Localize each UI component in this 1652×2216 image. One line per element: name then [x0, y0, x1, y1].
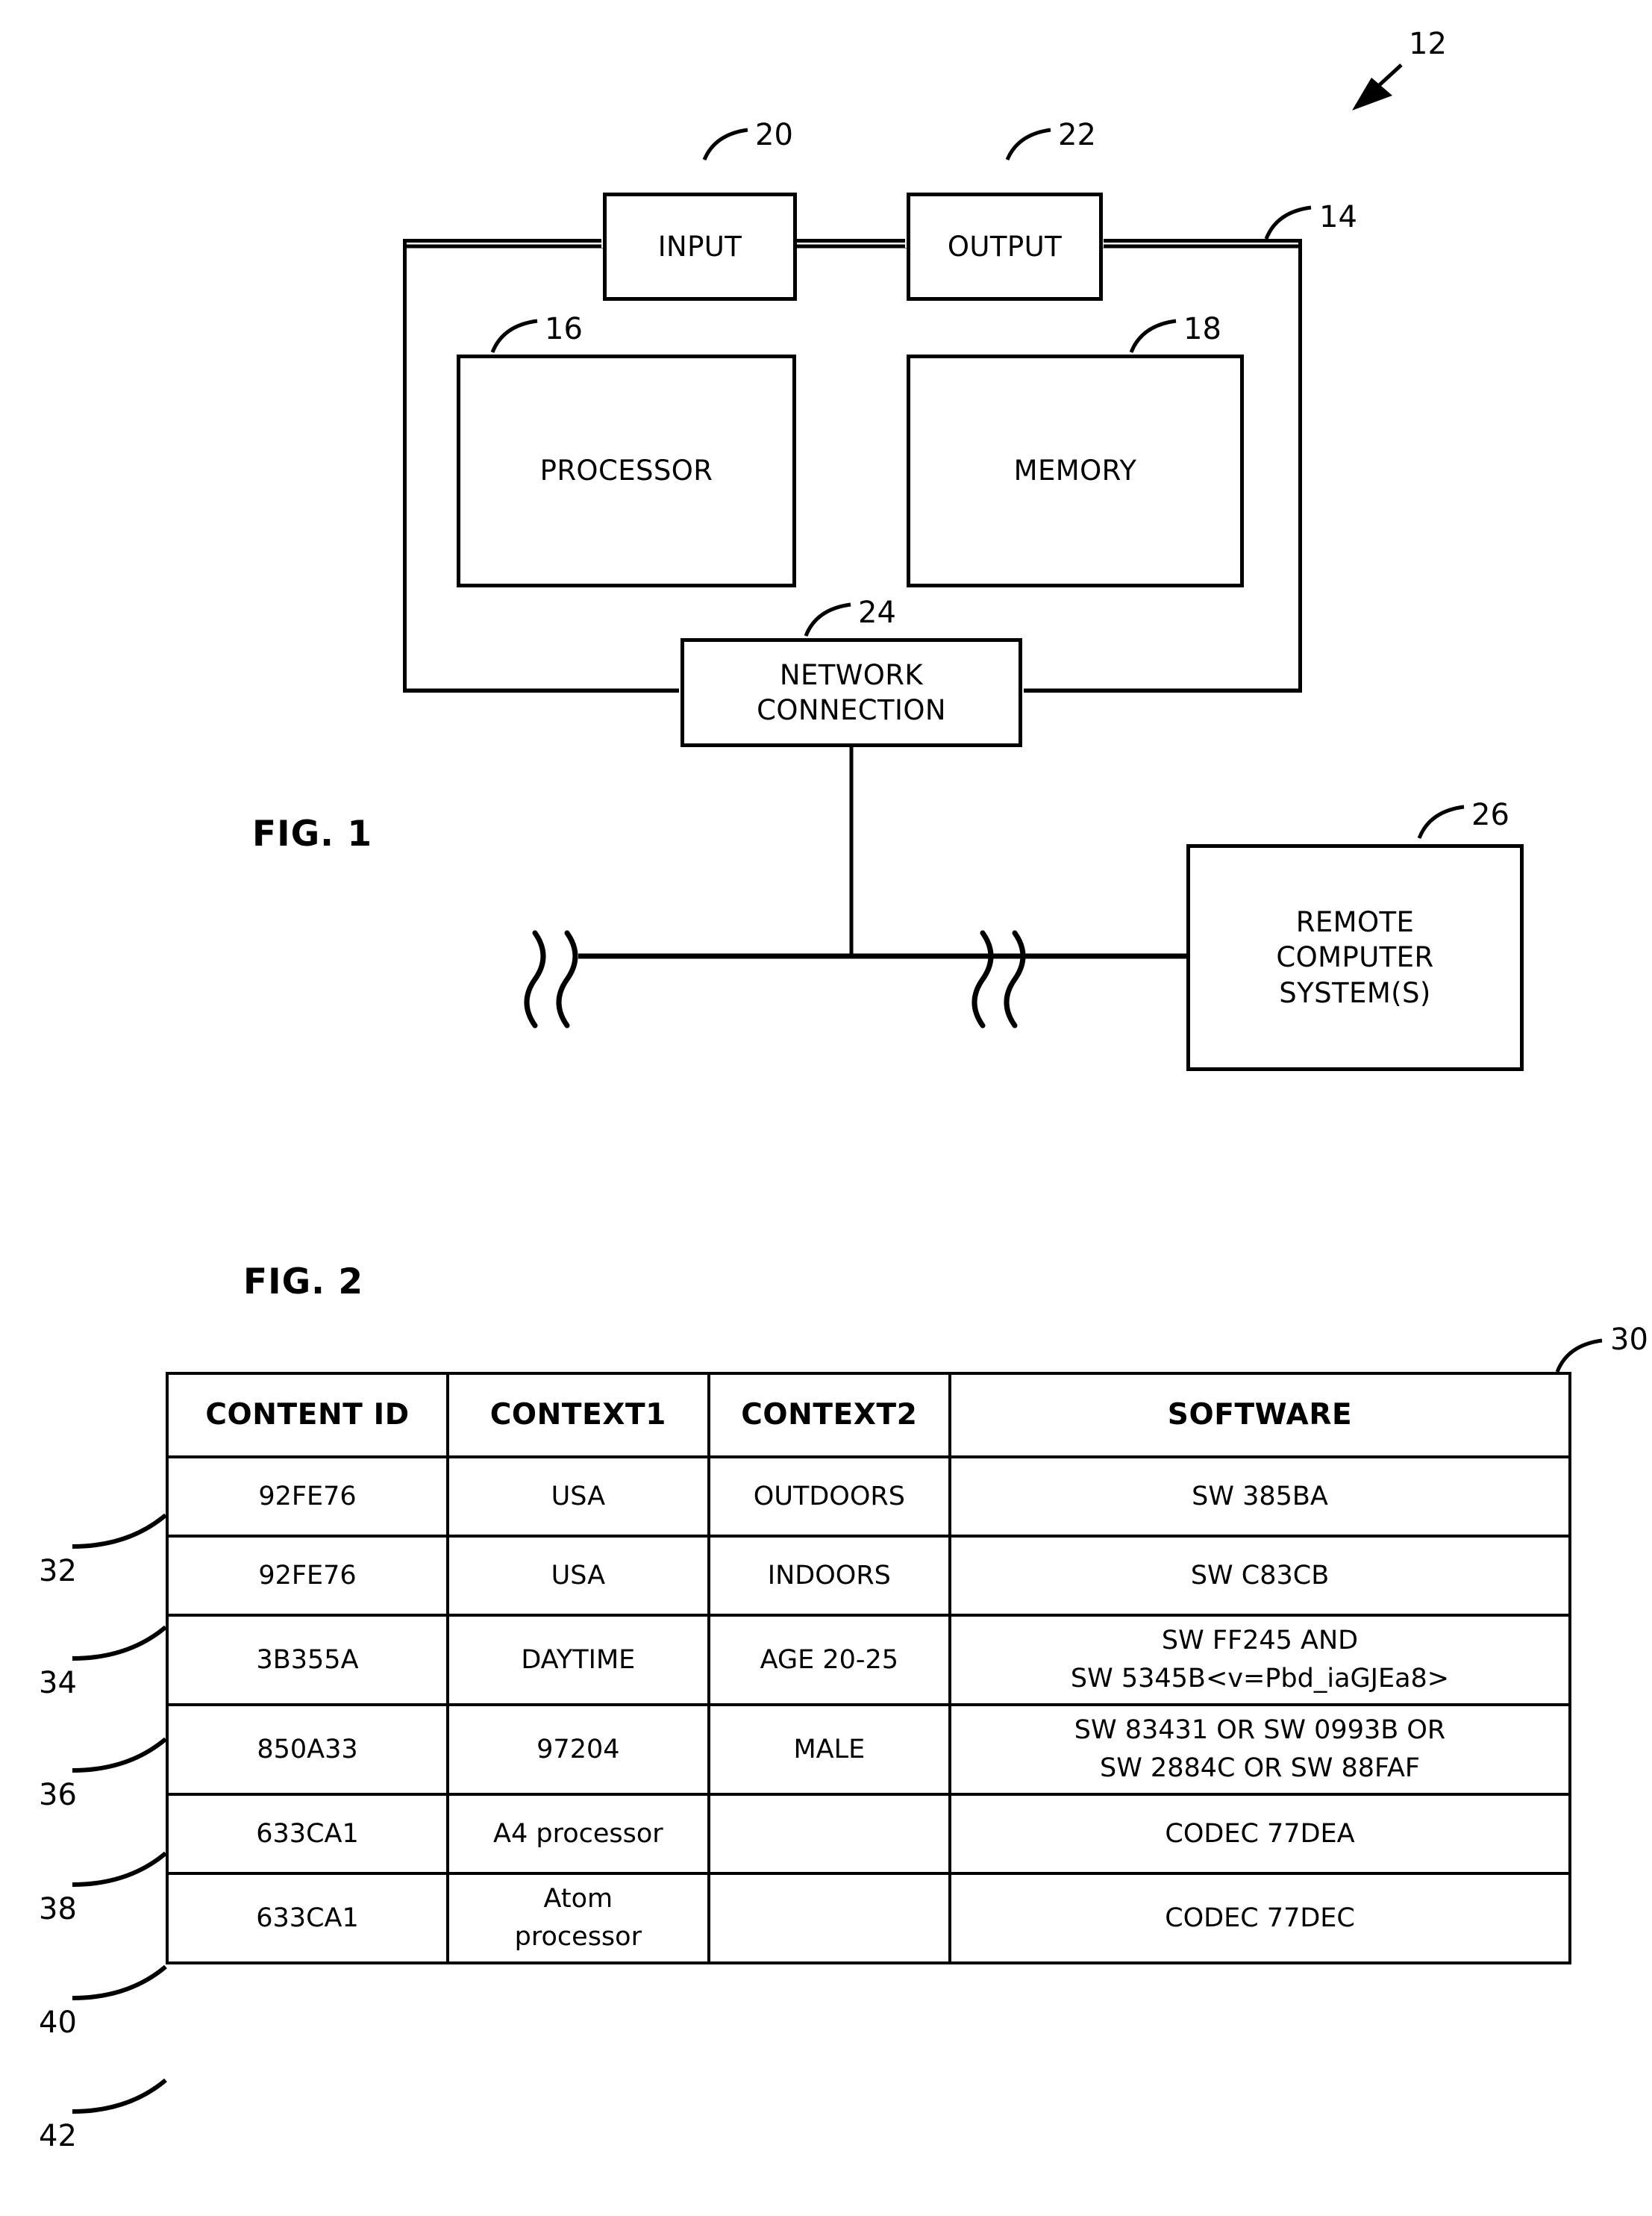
- cell-context2: AGE 20-25: [707, 1614, 952, 1706]
- cell-software: SW FF245 AND SW 5345B<v=Pbd_iaGJEa8>: [948, 1614, 1571, 1706]
- cell-context2: [707, 1793, 952, 1875]
- processor-block-label: PROCESSOR: [539, 455, 713, 487]
- cell-content-id: 633CA1: [166, 1793, 449, 1875]
- reference-numeral-36: 36: [39, 1778, 77, 1812]
- table-row: 850A33 97204 MALE SW 83431 OR SW 0993B O…: [166, 1703, 1571, 1796]
- cell-context2: OUTDOORS: [707, 1455, 952, 1538]
- cell-context1: A4 processor: [446, 1793, 710, 1875]
- reference-numeral-14: 14: [1319, 200, 1357, 234]
- reference-numeral-32: 32: [39, 1554, 77, 1588]
- memory-block: MEMORY: [907, 355, 1244, 587]
- break-squiggle-right: [972, 930, 1026, 1029]
- cell-context1: 97204: [446, 1703, 710, 1796]
- reference-numeral-22: 22: [1058, 118, 1096, 152]
- column-header-content-id: CONTENT ID: [166, 1372, 449, 1458]
- output-block: OUTPUT: [907, 193, 1103, 301]
- leader-curve-14: [1264, 205, 1312, 240]
- leader-arrow-12: [1352, 63, 1403, 110]
- figure2-row-leaders: [72, 1513, 167, 2114]
- remote-label-line3: SYSTEM(S): [1279, 976, 1431, 1009]
- remote-label-line1: REMOTE: [1295, 905, 1415, 938]
- reference-numeral-18: 18: [1183, 312, 1221, 346]
- leader-curve-26: [1417, 805, 1465, 839]
- reference-numeral-30: 30: [1610, 1323, 1648, 1357]
- cell-software: SW C83CB: [948, 1535, 1571, 1617]
- network-connection-label-line2: CONNECTION: [757, 694, 946, 726]
- reference-numeral-42: 42: [39, 2119, 77, 2153]
- leader-curve-32: [72, 1513, 167, 1549]
- leader-curve-40: [72, 1964, 167, 2000]
- reference-numeral-38: 38: [39, 1892, 77, 1926]
- leader-curve-34: [72, 1625, 167, 1661]
- cell-context2: INDOORS: [707, 1535, 952, 1617]
- remote-computer-system-block: REMOTE COMPUTER SYSTEM(S): [1186, 844, 1524, 1071]
- cell-context1: USA: [446, 1455, 710, 1538]
- table-row: 3B355A DAYTIME AGE 20-25 SW FF245 AND SW…: [166, 1614, 1571, 1706]
- leader-curve-22: [1005, 128, 1051, 161]
- table-row: 633CA1 A4 processor CODEC 77DEA: [166, 1793, 1571, 1875]
- table-row: 92FE76 USA INDOORS SW C83CB: [166, 1535, 1571, 1617]
- figure2-title: FIG. 2: [243, 1261, 364, 1302]
- network-connection-block: NETWORK CONNECTION: [680, 638, 1022, 747]
- column-header-context2: CONTEXT2: [707, 1372, 952, 1458]
- table-header-row: CONTENT ID CONTEXT1 CONTEXT2 SOFTWARE: [166, 1372, 1571, 1458]
- figure1-title: FIG. 1: [252, 814, 373, 855]
- reference-numeral-12: 12: [1409, 27, 1447, 61]
- leader-curve-36: [72, 1737, 167, 1773]
- content-software-table: CONTENT ID CONTEXT1 CONTEXT2 SOFTWARE 92…: [166, 1372, 1571, 1964]
- leader-curve-38: [72, 1851, 167, 1887]
- input-block: INPUT: [603, 193, 797, 301]
- cell-context2: [707, 1872, 952, 1964]
- leader-curve-42: [72, 2078, 167, 2114]
- cell-software: SW 385BA: [948, 1455, 1571, 1538]
- reference-numeral-24: 24: [858, 596, 896, 630]
- reference-numeral-26: 26: [1471, 798, 1509, 832]
- cell-content-id: 92FE76: [166, 1455, 449, 1538]
- cell-software: CODEC 77DEA: [948, 1793, 1571, 1875]
- reference-numeral-16: 16: [545, 312, 583, 346]
- table-row: 633CA1 Atom processor CODEC 77DEC: [166, 1872, 1571, 1964]
- reference-numeral-34: 34: [39, 1666, 77, 1700]
- cell-context1: Atom processor: [446, 1872, 710, 1964]
- cell-context1: DAYTIME: [446, 1614, 710, 1706]
- column-header-context1: CONTEXT1: [446, 1372, 710, 1458]
- break-squiggle-left: [524, 930, 578, 1029]
- cell-software: CODEC 77DEC: [948, 1872, 1571, 1964]
- cell-context2: MALE: [707, 1703, 952, 1796]
- cell-software: SW 83431 OR SW 0993B OR SW 2884C OR SW 8…: [948, 1703, 1571, 1796]
- network-connection-label-line1: NETWORK: [779, 658, 924, 691]
- cell-content-id: 850A33: [166, 1703, 449, 1796]
- leader-curve-20: [702, 128, 748, 161]
- cell-context1: USA: [446, 1535, 710, 1617]
- patent-figure-sheet: INPUT OUTPUT PROCESSOR MEMORY NETWORK CO…: [0, 0, 1652, 2216]
- output-block-label: OUTPUT: [947, 230, 1063, 263]
- cell-content-id: 92FE76: [166, 1535, 449, 1617]
- remote-label-line2: COMPUTER: [1276, 941, 1434, 974]
- leader-curve-30: [1555, 1338, 1603, 1373]
- table-row: 92FE76 USA OUTDOORS SW 385BA: [166, 1455, 1571, 1538]
- processor-block: PROCESSOR: [457, 355, 796, 587]
- memory-block-label: MEMORY: [1013, 455, 1137, 487]
- reference-numeral-40: 40: [39, 2006, 77, 2040]
- reference-numeral-20: 20: [755, 118, 793, 152]
- input-block-label: INPUT: [657, 230, 742, 263]
- cell-content-id: 633CA1: [166, 1872, 449, 1964]
- cell-content-id: 3B355A: [166, 1614, 449, 1706]
- column-header-software: SOFTWARE: [948, 1372, 1571, 1458]
